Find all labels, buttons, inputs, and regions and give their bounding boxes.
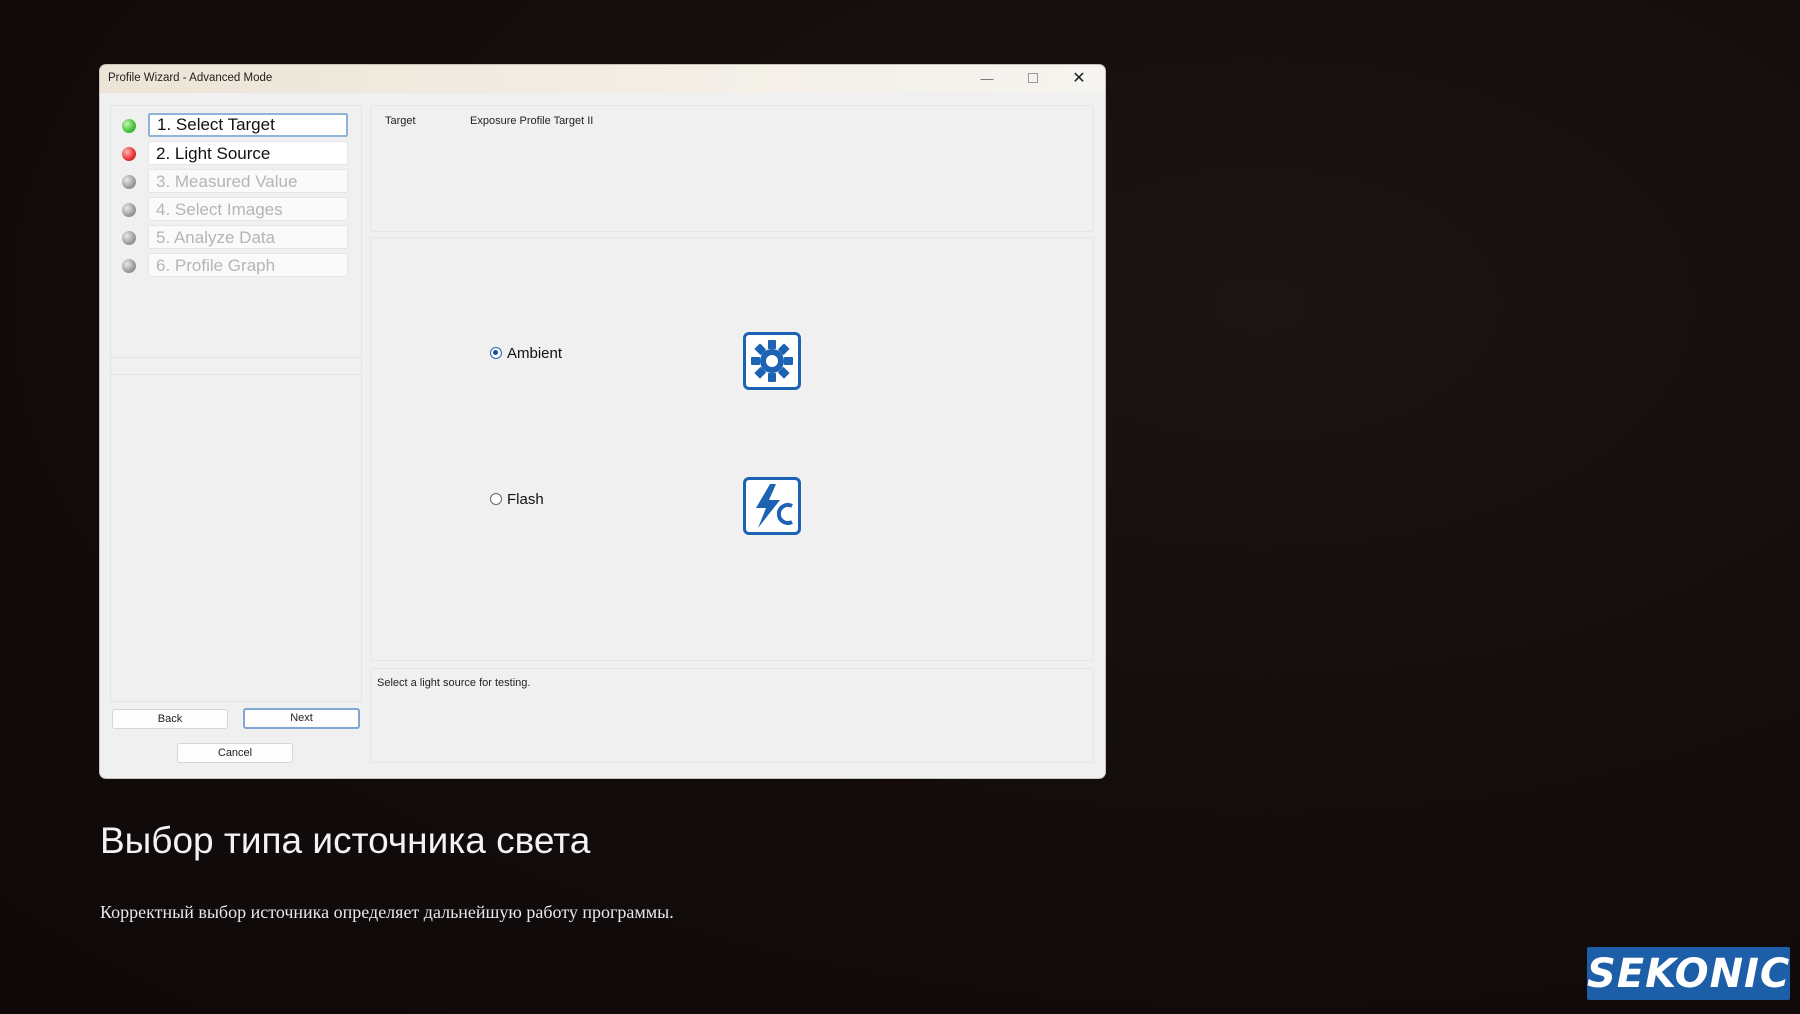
status-gray-icon <box>122 175 136 189</box>
target-value: Exposure Profile Target II <box>470 115 594 127</box>
light-source-panel <box>370 237 1094 661</box>
ambient-sun-icon <box>743 332 801 390</box>
steps-panel: 1. Select Target 2. Light Source 3. Meas… <box>110 105 362 375</box>
slide-subtext: Корректный выбор источника определяет да… <box>100 902 674 922</box>
flash-radio[interactable] <box>490 493 502 505</box>
sun-gear-icon <box>751 340 793 382</box>
status-red-icon <box>122 147 136 161</box>
step-label: 6. Profile Graph <box>148 253 348 277</box>
sidebar-info-panel <box>110 357 362 702</box>
step-measured-value: 3. Measured Value <box>111 168 356 196</box>
step-label[interactable]: 2. Light Source <box>148 141 348 165</box>
slide-heading: Выбор типа источника света <box>100 820 591 861</box>
sekonic-logo: SEKONIC <box>1587 947 1790 1000</box>
step-label: 3. Measured Value <box>148 169 348 193</box>
flash-label[interactable]: Flash <box>507 491 544 508</box>
status-gray-icon <box>122 259 136 273</box>
ambient-label[interactable]: Ambient <box>507 345 562 362</box>
close-button[interactable]: ✕ <box>1059 69 1099 89</box>
cancel-button[interactable]: Cancel <box>177 743 293 763</box>
step-light-source[interactable]: 2. Light Source <box>111 140 356 168</box>
step-select-target[interactable]: 1. Select Target <box>111 112 356 140</box>
target-panel: Target Exposure Profile Target II <box>370 105 1094 232</box>
step-label[interactable]: 1. Select Target <box>148 113 348 137</box>
ambient-radio[interactable] <box>490 347 502 359</box>
hint-panel: Select a light source for testing. <box>370 668 1094 763</box>
step-select-images: 4. Select Images <box>111 196 356 224</box>
step-analyze-data: 5. Analyze Data <box>111 224 356 252</box>
lightning-c-icon <box>756 484 793 528</box>
maximize-icon <box>1028 73 1038 83</box>
target-label: Target <box>385 115 416 127</box>
status-green-icon <box>122 119 136 133</box>
step-label: 5. Analyze Data <box>148 225 348 249</box>
step-profile-graph: 6. Profile Graph <box>111 252 356 280</box>
back-button[interactable]: Back <box>112 709 228 729</box>
status-gray-icon <box>122 231 136 245</box>
logo-text: SEKONIC <box>1587 951 1790 997</box>
status-gray-icon <box>122 203 136 217</box>
maximize-button[interactable] <box>1013 69 1053 89</box>
minimize-button[interactable]: — <box>967 69 1007 89</box>
next-button[interactable]: Next <box>243 708 360 729</box>
hint-text: Select a light source for testing. <box>377 677 531 689</box>
title-bar: Profile Wizard - Advanced Mode — ✕ <box>100 65 1105 93</box>
step-label: 4. Select Images <box>148 197 348 221</box>
flash-cord-icon <box>743 477 801 535</box>
window-title: Profile Wizard - Advanced Mode <box>108 72 273 84</box>
profile-wizard-window: Profile Wizard - Advanced Mode — ✕ 1. Se… <box>100 65 1105 778</box>
